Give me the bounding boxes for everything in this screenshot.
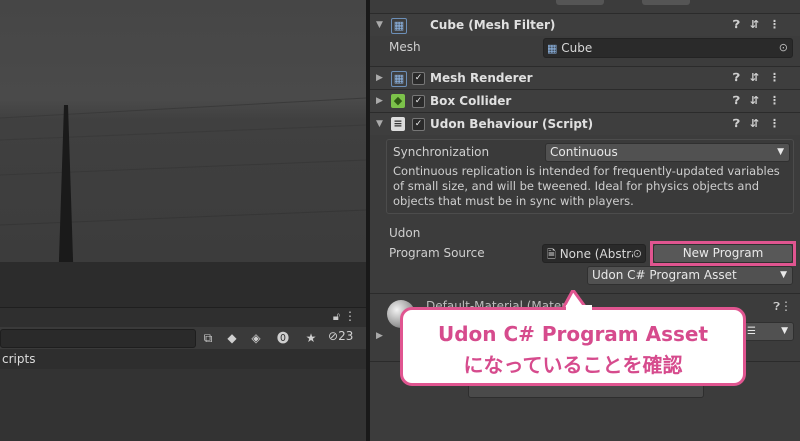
help-icon: ❓︎ (733, 71, 750, 84)
callout-pointer-join (566, 305, 592, 310)
scene-view[interactable] (0, 0, 366, 307)
callout-line-1: Udon C# Program Asset (437, 322, 709, 346)
object-picker-icon[interactable]: ⊙ (779, 39, 788, 57)
chevron-right-icon[interactable]: ▶ (376, 67, 383, 89)
udon-behaviour-header[interactable]: ▼ ≡ ✓ Udon Behaviour (Script) ❓︎⇵⋮ (370, 112, 800, 135)
folder-label[interactable]: cripts (0, 352, 35, 366)
project-list[interactable] (0, 369, 366, 441)
presets-icon: ⇵ (749, 71, 769, 84)
box-collider-icon: ◆ (391, 94, 405, 108)
star-icon[interactable]: ★ (302, 329, 320, 347)
toolbar-button-stub[interactable] (642, 0, 690, 5)
header-icons[interactable]: ❓︎⇵⋮ (733, 67, 790, 89)
new-program-button[interactable]: New Program (653, 244, 793, 263)
hidden-packages-toggle[interactable]: ⊘23 (328, 329, 353, 343)
component-title: Mesh Renderer (430, 71, 533, 85)
enabled-checkbox[interactable]: ✓ (412, 72, 425, 85)
lock-icon[interactable]: 🔓︎ (333, 310, 340, 324)
toolbar-button-stub[interactable] (556, 0, 604, 5)
mesh-renderer-icon: ▦ (391, 71, 407, 87)
kebab-menu-icon: ⋮ (769, 117, 790, 130)
mesh-renderer-header[interactable]: ▶ ▦ ✓ Mesh Renderer ❓︎⇵⋮ (370, 66, 800, 89)
header-icons[interactable]: ❓︎⇵⋮ (733, 113, 790, 135)
eye-slash-icon: ⊘ (328, 329, 339, 343)
mesh-value: Cube (561, 41, 593, 55)
header-icons[interactable]: ❓︎⇵⋮ (733, 14, 790, 36)
mesh-icon: ▦ (547, 42, 558, 55)
sync-help-text: Continuous replication is intended for f… (393, 164, 780, 208)
kebab-menu-icon: ⋮ (769, 71, 790, 84)
filter-by-label-icon[interactable]: ◈ (247, 329, 265, 347)
chevron-down-icon[interactable]: ▼ (376, 14, 383, 36)
hidden-count: 23 (338, 329, 354, 343)
favorites-icon[interactable]: ⧉ (199, 329, 217, 347)
chevron-right-icon[interactable]: ▶ (376, 331, 383, 341)
help-icon: ❓︎ (733, 94, 750, 107)
callout-box: Udon C# Program Asset になっていることを確認 (400, 307, 746, 386)
program-source-label: Program Source (389, 246, 485, 260)
enabled-checkbox[interactable]: ✓ (412, 118, 425, 131)
header-icons[interactable]: ❓︎⇵⋮ (733, 90, 790, 112)
help-icon: ❓︎ (733, 117, 750, 130)
filter-by-type-icon[interactable]: ◆ (223, 329, 241, 347)
help-icon: ❓︎ (733, 18, 750, 31)
sync-value: Continuous (550, 145, 618, 159)
chevron-right-icon[interactable]: ▶ (376, 90, 383, 112)
enabled-checkbox[interactable]: ✓ (412, 95, 425, 108)
mesh-filter-icon: ▦ (391, 18, 407, 34)
object-picker-icon[interactable]: ⊙ (632, 245, 642, 262)
help-icon[interactable]: ❓︎ (773, 300, 780, 314)
sync-label: Synchronization (393, 145, 490, 159)
sync-dropdown[interactable]: Continuous ▼ (545, 143, 790, 162)
file-icon: 🗎︎ (547, 248, 556, 261)
presets-icon: ⇵ (749, 94, 769, 107)
component-title: Cube (Mesh Filter) (430, 18, 556, 32)
box-collider-header[interactable]: ▶ ◆ ✓ Box Collider ❓︎⇵⋮ (370, 89, 800, 112)
udon-section-label: Udon (389, 226, 421, 240)
kebab-menu-icon[interactable]: ⋮ (780, 299, 792, 313)
kebab-menu-icon: ⋮ (769, 94, 790, 107)
chevron-down-icon[interactable]: ▼ (376, 113, 383, 135)
shader-options-dropdown[interactable]: ☰ ▼ (742, 322, 794, 341)
mesh-filter-header[interactable]: ▼ ▦ Cube (Mesh Filter) ❓︎⇵⋮ (370, 13, 800, 36)
mesh-label: Mesh (389, 40, 421, 54)
program-type-dropdown[interactable]: Udon C# Program Asset ▼ (587, 266, 793, 285)
kebab-menu-icon: ⋮ (769, 18, 790, 31)
dropdown-arrow-icon: ▼ (777, 147, 784, 157)
presets-icon: ⇵ (749, 18, 769, 31)
kebab-menu-icon[interactable]: ⋮ (344, 309, 356, 323)
warning-icon[interactable]: ⓿ (274, 329, 292, 347)
sync-box: Synchronization Continuous ▼ Continuous … (386, 139, 794, 214)
search-input[interactable] (0, 329, 196, 348)
script-icon: ≡ (391, 117, 405, 131)
callout-line-2: になっていることを確認 (463, 353, 683, 377)
list-icon: ☰ (747, 326, 756, 337)
dropdown-arrow-icon: ▼ (780, 270, 787, 280)
program-source-field[interactable]: 🗎︎ None (Abstra ⊙ (542, 244, 646, 263)
dropdown-arrow-icon: ▼ (781, 326, 788, 336)
project-window-header: 🔓︎ ⋮ (0, 307, 366, 328)
program-source-value: None (Abstra (559, 247, 639, 261)
program-type-value: Udon C# Program Asset (592, 268, 737, 282)
mesh-field[interactable]: ▦ Cube ⊙ (543, 38, 793, 58)
scene-grid (0, 97, 366, 307)
component-title: Box Collider (430, 94, 512, 108)
project-list-header: cripts (0, 349, 366, 369)
component-title: Udon Behaviour (Script) (430, 117, 594, 131)
presets-icon: ⇵ (749, 117, 769, 130)
